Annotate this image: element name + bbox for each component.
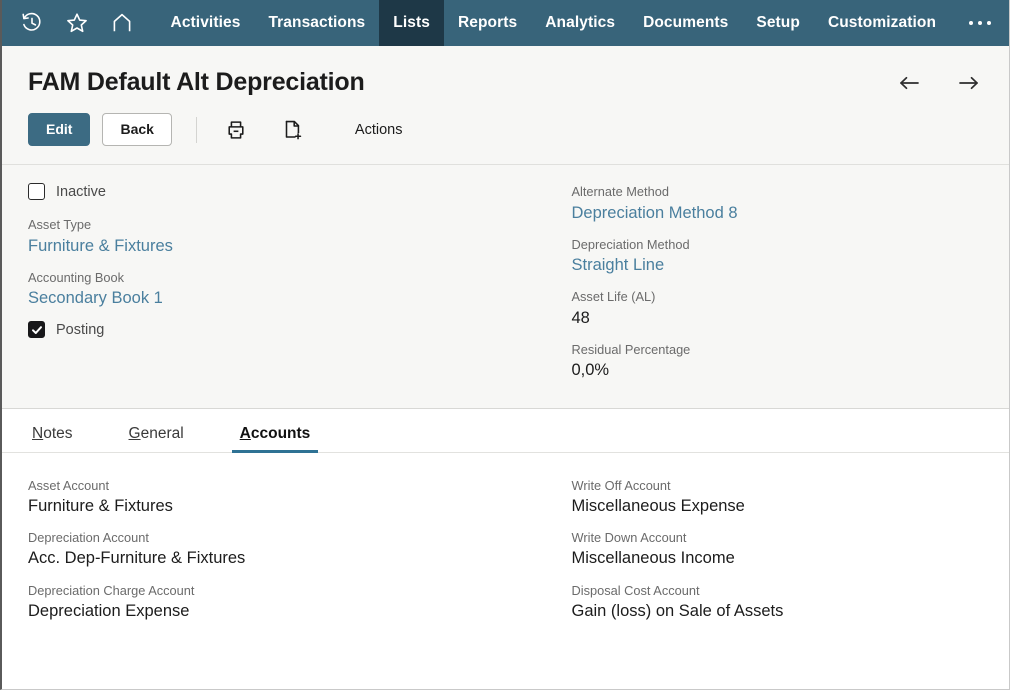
toolbar-divider — [195, 116, 197, 143]
asset-life-field: Asset Life (AL) 48 — [572, 288, 984, 329]
tab-accounts-label: ccounts — [250, 424, 311, 442]
posting-checkbox-label: Posting — [56, 321, 105, 338]
nav-item-setup[interactable]: Setup — [742, 0, 814, 46]
nav-item-customization[interactable]: Customization — [814, 0, 950, 46]
page-header: FAM Default Alt Depreciation Edit Back A… — [2, 46, 1009, 166]
accounting-book-label: Accounting Book — [28, 269, 125, 285]
title-row: FAM Default Alt Depreciation — [2, 46, 1009, 97]
alternate-method-field: Alternate Method Depreciation Method 8 — [572, 183, 984, 224]
record-toolbar: Edit Back Actions — [2, 97, 1009, 164]
nav-item-reports[interactable]: Reports — [444, 0, 531, 46]
asset-type-label: Asset Type — [28, 217, 92, 233]
tab-bar: Notes General Accounts — [2, 408, 1009, 453]
nav-overflow-menu-icon[interactable] — [950, 0, 1009, 46]
tab-general-label: eneral — [140, 424, 184, 442]
accounting-book-field: Accounting Book Secondary Book 1 — [28, 269, 506, 310]
print-icon[interactable] — [219, 115, 253, 145]
residual-percentage-value: 0,0% — [571, 361, 610, 380]
actions-menu-button[interactable]: Actions — [355, 122, 403, 138]
next-record-arrow-icon[interactable] — [957, 71, 981, 95]
new-document-icon[interactable] — [275, 115, 309, 145]
global-navigation-bar: Activities Transactions Lists Reports An… — [2, 0, 1009, 46]
inactive-checkbox[interactable] — [28, 183, 45, 201]
accounts-right-column: Write Off Account Miscellaneous Expense … — [506, 477, 984, 669]
depreciation-method-label: Depreciation Method — [571, 236, 690, 252]
tab-accounts-accelerator: A — [239, 424, 251, 442]
home-icon[interactable] — [100, 0, 145, 46]
alternate-method-label: Alternate Method — [571, 184, 669, 200]
tab-accounts[interactable]: Accounts — [231, 424, 318, 453]
application-window: Activities Transactions Lists Reports An… — [0, 0, 1010, 690]
depreciation-charge-account-field: Depreciation Charge Account Depreciation… — [28, 582, 506, 623]
nav-menu: Activities Transactions Lists Reports An… — [157, 0, 950, 46]
summary-left-column: Inactive Asset Type Furniture & Fixtures… — [28, 183, 506, 381]
depreciation-account-field: Depreciation Account Acc. Dep-Furniture … — [28, 529, 506, 570]
tab-notes[interactable]: Notes — [28, 425, 77, 452]
alternate-method-value[interactable]: Depreciation Method 8 — [572, 202, 984, 224]
back-button[interactable]: Back — [102, 113, 172, 147]
write-off-account-field: Write Off Account Miscellaneous Expense — [572, 477, 984, 518]
depreciation-charge-account-value: Depreciation Expense — [28, 601, 190, 620]
residual-percentage-label: Residual Percentage — [571, 341, 691, 357]
asset-life-value: 48 — [571, 308, 590, 327]
record-navigation — [897, 71, 985, 95]
depreciation-method-field: Depreciation Method Straight Line — [572, 236, 984, 277]
asset-life-label: Asset Life (AL) — [571, 289, 656, 305]
tab-notes-accelerator: N — [32, 424, 44, 442]
accounting-book-value[interactable]: Secondary Book 1 — [28, 287, 506, 309]
edit-button[interactable]: Edit — [28, 113, 91, 147]
previous-record-arrow-icon[interactable] — [897, 71, 921, 95]
nav-item-activities[interactable]: Activities — [157, 0, 255, 46]
posting-checkbox[interactable] — [28, 321, 45, 339]
nav-item-transactions[interactable]: Transactions — [254, 0, 379, 46]
write-down-account-value: Miscellaneous Income — [571, 549, 735, 568]
asset-type-field: Asset Type Furniture & Fixtures — [28, 216, 506, 257]
asset-type-value[interactable]: Furniture & Fixtures — [28, 235, 506, 257]
nav-item-lists[interactable]: Lists — [379, 0, 444, 46]
asset-account-label: Asset Account — [28, 477, 110, 493]
asset-account-field: Asset Account Furniture & Fixtures — [28, 477, 506, 518]
favorites-star-icon[interactable] — [55, 0, 100, 46]
recent-history-icon[interactable] — [10, 0, 55, 46]
inactive-checkbox-row: Inactive — [28, 183, 506, 201]
depreciation-account-value: Acc. Dep-Furniture & Fixtures — [28, 549, 246, 568]
nav-item-documents[interactable]: Documents — [629, 0, 742, 46]
accounts-tab-panel: Asset Account Furniture & Fixtures Depre… — [2, 452, 1009, 689]
disposal-cost-account-label: Disposal Cost Account — [571, 582, 700, 598]
tab-general[interactable]: General — [125, 425, 188, 452]
disposal-cost-account-field: Disposal Cost Account Gain (loss) on Sal… — [572, 582, 984, 623]
residual-percentage-field: Residual Percentage 0,0% — [572, 341, 984, 382]
write-off-account-label: Write Off Account — [571, 477, 671, 493]
depreciation-method-value[interactable]: Straight Line — [572, 254, 984, 276]
write-down-account-label: Write Down Account — [571, 530, 687, 546]
write-down-account-field: Write Down Account Miscellaneous Income — [572, 529, 984, 570]
disposal-cost-account-value: Gain (loss) on Sale of Assets — [571, 601, 784, 620]
page-title: FAM Default Alt Depreciation — [28, 68, 365, 96]
record-summary: Inactive Asset Type Furniture & Fixtures… — [2, 165, 1009, 409]
inactive-checkbox-label: Inactive — [56, 183, 106, 200]
posting-checkbox-row: Posting — [28, 321, 506, 339]
depreciation-account-label: Depreciation Account — [28, 530, 149, 546]
accounts-left-column: Asset Account Furniture & Fixtures Depre… — [28, 477, 506, 669]
asset-account-value: Furniture & Fixtures — [28, 496, 173, 515]
tab-notes-label: otes — [43, 424, 73, 442]
nav-item-analytics[interactable]: Analytics — [531, 0, 629, 46]
summary-right-column: Alternate Method Depreciation Method 8 D… — [506, 183, 984, 381]
write-off-account-value: Miscellaneous Expense — [571, 496, 745, 515]
tab-general-accelerator: G — [128, 424, 141, 442]
depreciation-charge-account-label: Depreciation Charge Account — [28, 582, 195, 598]
